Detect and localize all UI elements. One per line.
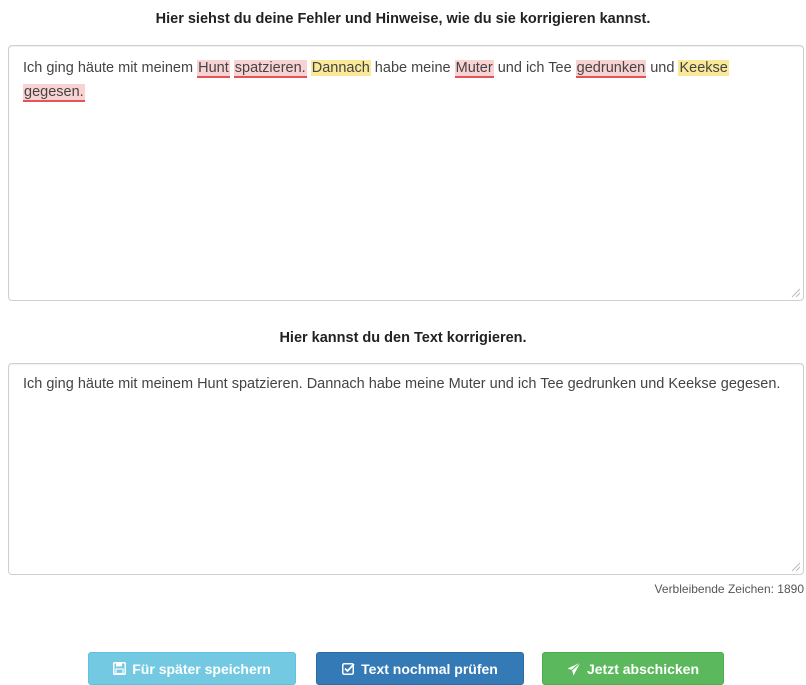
error-highlight[interactable]: gedrunken: [575, 60, 647, 78]
review-text-segment: und ich Tee: [493, 60, 576, 76]
hint-highlight[interactable]: Keekse: [678, 60, 729, 76]
floppy-disk-icon: [113, 662, 127, 675]
error-highlight[interactable]: Muter: [454, 60, 494, 78]
recheck-text-label: Text nochmal prüfen: [361, 660, 498, 677]
hint-highlight[interactable]: Dannach: [310, 60, 371, 76]
error-highlight[interactable]: spatzieren.: [233, 60, 307, 78]
error-highlight[interactable]: Hunt: [197, 60, 230, 78]
review-panel: Ich ging häute mit meinem Hunt spatziere…: [8, 45, 804, 301]
editor-heading: Hier kannst du den Text korrigieren.: [279, 330, 527, 346]
save-for-later-button[interactable]: Für später speichern: [88, 652, 296, 685]
save-for-later-label: Für später speichern: [132, 660, 271, 677]
editor-panel: [8, 363, 804, 575]
submit-now-label: Jetzt abschicken: [586, 660, 700, 677]
correction-page: Hier siehst du deine Fehler und Hinweise…: [0, 0, 806, 685]
correction-textarea[interactable]: [9, 364, 803, 574]
review-text: Ich ging häute mit meinem Hunt spatziere…: [23, 56, 793, 104]
resize-grip-icon[interactable]: [789, 286, 801, 298]
review-text-segment: und: [646, 60, 679, 76]
submit-now-button[interactable]: Jetzt abschicken: [542, 652, 724, 685]
remaining-characters: Verbleibende Zeichen: 1890: [654, 582, 804, 596]
review-heading: Hier siehst du deine Fehler und Hinweise…: [155, 11, 651, 27]
checkbox-icon: [342, 663, 355, 675]
paper-plane-icon: [567, 661, 581, 675]
error-highlight[interactable]: gegesen.: [23, 84, 85, 102]
recheck-text-button[interactable]: Text nochmal prüfen: [316, 652, 524, 685]
review-text-segment: Ich ging häute mit meinem: [23, 60, 198, 76]
review-text-segment: habe meine: [370, 60, 455, 76]
resize-grip-icon[interactable]: [789, 560, 801, 572]
